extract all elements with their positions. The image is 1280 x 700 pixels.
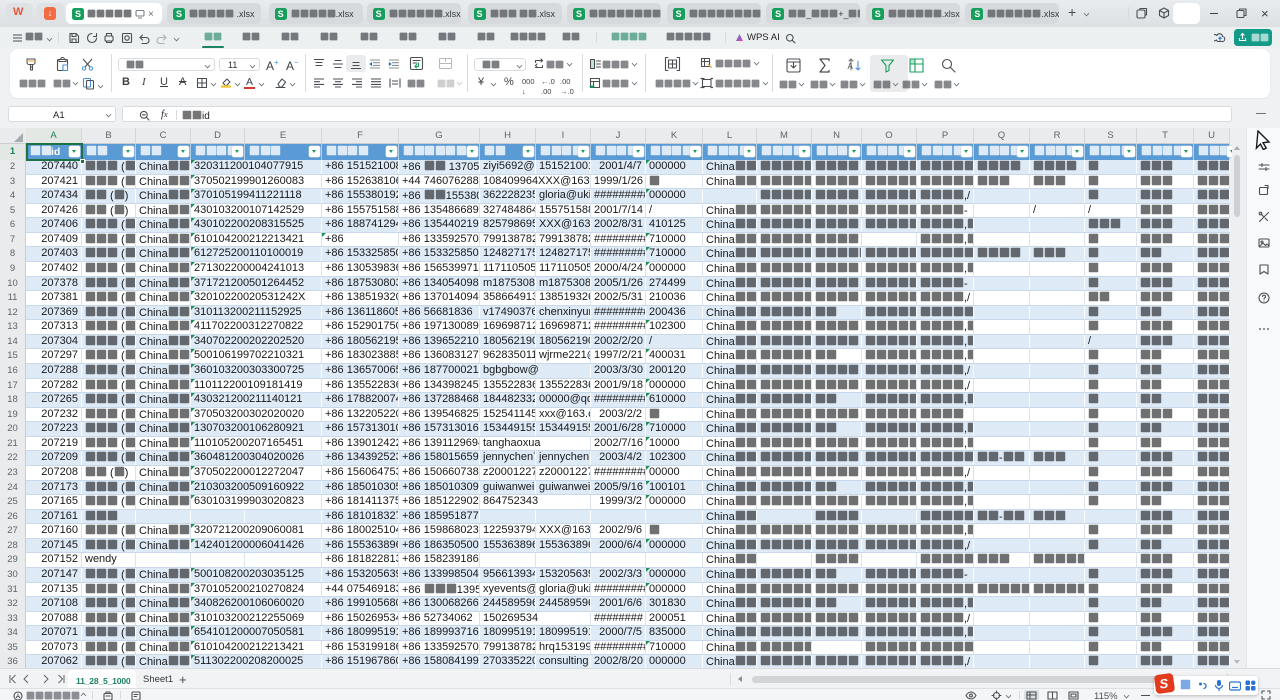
svg-text:A: A [848,62,854,71]
